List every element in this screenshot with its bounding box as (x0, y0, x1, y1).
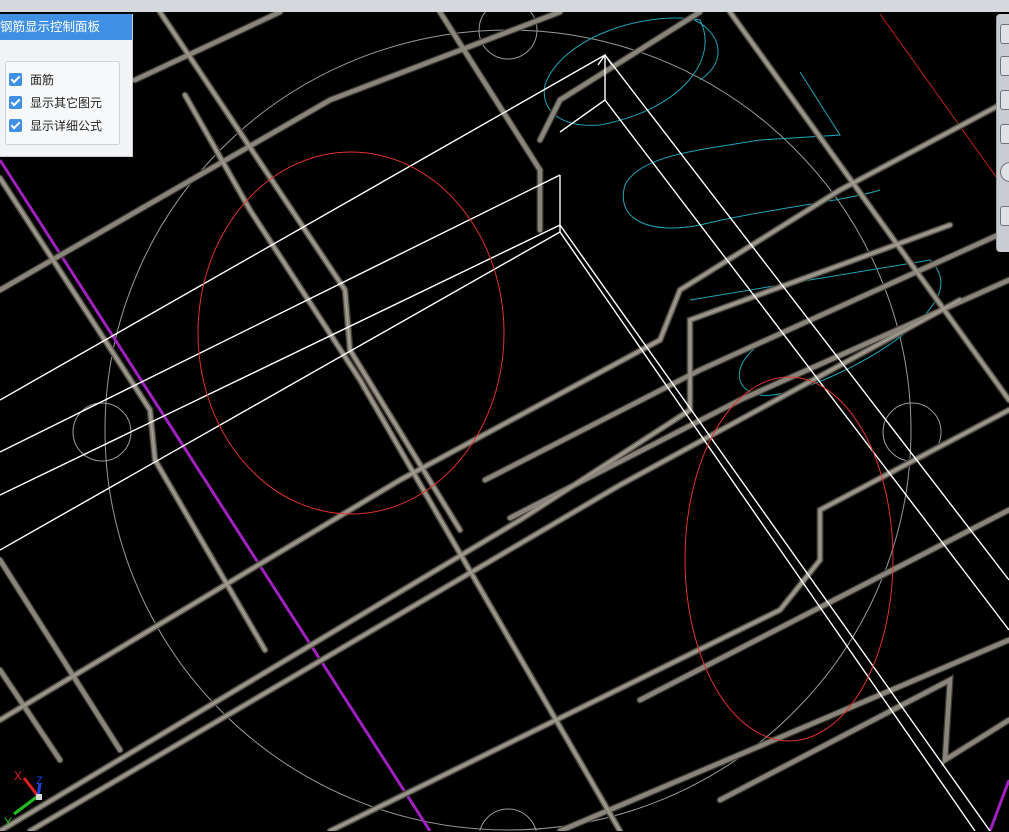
face-rebar-checkbox[interactable] (9, 72, 22, 86)
fit-icon[interactable] (1000, 162, 1009, 182)
rebar-3d-viewport[interactable] (0, 12, 1009, 831)
orbit-icon[interactable] (1000, 124, 1009, 144)
grid-icon[interactable] (1000, 206, 1009, 226)
axis-triad: X Y Z (4, 764, 52, 829)
view-cube-icon[interactable] (1000, 24, 1009, 44)
rebar-display-control-panel: 钢筋显示控制面板 面筋 显示其它图元 显示详细公式 (0, 14, 133, 157)
zoom-icon[interactable] (1000, 90, 1009, 110)
axis-x-label: X (14, 769, 22, 783)
option-face-rebar[interactable]: 面筋 (9, 70, 54, 88)
axis-y-label: Y (4, 815, 12, 828)
option-label: 显示详细公式 (30, 118, 103, 133)
option-show-other-elements[interactable]: 显示其它图元 (9, 93, 102, 111)
option-label: 面筋 (30, 72, 55, 87)
view-toolstrip (996, 14, 1009, 252)
option-show-detailed-formula[interactable]: 显示详细公式 (9, 116, 102, 134)
option-label: 显示其它图元 (30, 95, 103, 110)
panel-title[interactable]: 钢筋显示控制面板 (0, 14, 132, 40)
pan-icon[interactable] (1000, 56, 1009, 76)
axis-z-label: Z (36, 775, 43, 787)
show-detailed-formula-checkbox[interactable] (9, 118, 22, 132)
show-other-elements-checkbox[interactable] (9, 95, 22, 109)
